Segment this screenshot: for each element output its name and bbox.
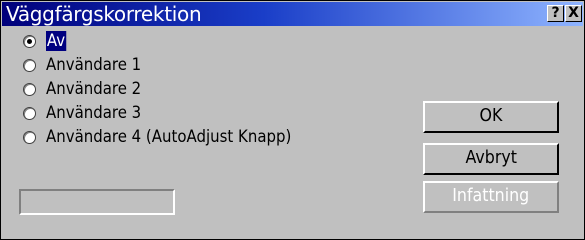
radio-option-user-1[interactable]: Användare 1 xyxy=(23,53,325,77)
radio-label[interactable]: Av xyxy=(46,31,66,51)
radio-option-av[interactable]: Av xyxy=(23,29,325,53)
radio-option-user-3[interactable]: Användare 3 xyxy=(23,101,325,125)
ok-button[interactable]: OK xyxy=(423,101,559,133)
help-button[interactable]: ? xyxy=(547,5,564,22)
insert-label: Infattning xyxy=(452,185,530,206)
radio-option-user-2[interactable]: Användare 2 xyxy=(23,77,325,101)
radio-label[interactable]: Användare 1 xyxy=(46,55,141,75)
ok-label: OK xyxy=(479,105,503,126)
option-radio-group: Av Användare 1 Användare 2 Användare 3 A… xyxy=(23,29,325,149)
insert-button: Infattning xyxy=(423,181,559,213)
window-title: Väggfärgskorrektion xyxy=(6,2,202,26)
radio-label[interactable]: Användare 4 (AutoAdjust Knapp) xyxy=(46,127,291,147)
close-button[interactable]: X xyxy=(565,5,582,22)
cancel-label: Avbryt xyxy=(465,147,517,168)
name-input[interactable] xyxy=(19,189,175,215)
radio-label[interactable]: Användare 2 xyxy=(46,79,141,99)
radio-button[interactable] xyxy=(23,82,36,96)
radio-button[interactable] xyxy=(23,106,36,120)
wall-color-correction-dialog: Väggfärgskorrektion ? X Av Användare 1 A… xyxy=(0,0,585,240)
radio-button[interactable] xyxy=(23,34,36,48)
radio-button[interactable] xyxy=(23,130,36,144)
title-bar: Väggfärgskorrektion ? X xyxy=(2,2,583,26)
radio-button[interactable] xyxy=(23,58,36,72)
radio-option-user-4[interactable]: Användare 4 (AutoAdjust Knapp) xyxy=(23,125,325,149)
cancel-button[interactable]: Avbryt xyxy=(423,143,559,175)
radio-label[interactable]: Användare 3 xyxy=(46,103,141,123)
